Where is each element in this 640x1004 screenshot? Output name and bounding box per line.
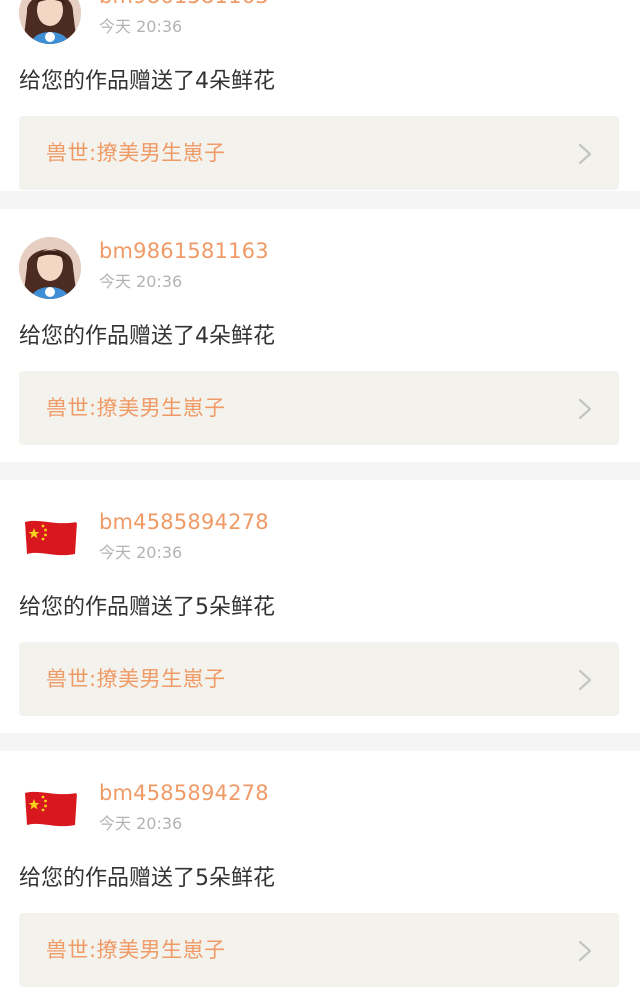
work-link-card[interactable]: 兽世:撩美男生崽子: [19, 371, 619, 445]
timestamp: 今天 20:36: [99, 272, 183, 291]
gift-message: 给您的作品赠送了4朵鲜花: [19, 69, 275, 94]
work-title: 兽世:撩美男生崽子: [46, 667, 226, 691]
work-link-card[interactable]: 兽世:撩美男生崽子: [19, 116, 619, 190]
china-flag-icon: [25, 791, 77, 827]
username[interactable]: bm9861581163: [99, 237, 269, 265]
gift-message: 给您的作品赠送了5朵鲜花: [19, 866, 275, 891]
work-title: 兽世:撩美男生崽子: [46, 396, 226, 420]
notification-feed: bm9861581163 今天 20:36 给您的作品赠送了4朵鲜花 兽世:撩美…: [0, 0, 640, 1004]
chevron-right-icon: [578, 398, 592, 420]
girl-photo-avatar-icon: [19, 237, 81, 299]
username[interactable]: bm4585894278: [99, 779, 269, 807]
notification-card: bm9861581163 今天 20:36 给您的作品赠送了4朵鲜花 兽世:撩美…: [0, 209, 640, 462]
work-link-card[interactable]: 兽世:撩美男生崽子: [19, 913, 619, 987]
notification-card: bm4585894278 今天 20:36 给您的作品赠送了5朵鲜花 兽世:撩美…: [0, 480, 640, 733]
chevron-right-icon: [578, 669, 592, 691]
china-flag-avatar[interactable]: [19, 779, 81, 841]
work-title: 兽世:撩美男生崽子: [46, 141, 226, 165]
username[interactable]: bm9861581163: [99, 0, 269, 10]
username[interactable]: bm4585894278: [99, 508, 269, 536]
china-flag-icon: [25, 520, 77, 556]
gift-message: 给您的作品赠送了5朵鲜花: [19, 595, 275, 620]
notification-card: bm9861581163 今天 20:36 给您的作品赠送了4朵鲜花 兽世:撩美…: [0, 0, 640, 191]
gift-message: 给您的作品赠送了4朵鲜花: [19, 324, 275, 349]
chevron-right-icon: [578, 940, 592, 962]
girl-photo-avatar[interactable]: [19, 0, 81, 44]
girl-photo-avatar[interactable]: [19, 237, 81, 299]
work-title: 兽世:撩美男生崽子: [46, 938, 226, 962]
girl-photo-avatar-icon: [19, 0, 81, 44]
china-flag-avatar[interactable]: [19, 508, 81, 570]
chevron-right-icon: [578, 143, 592, 165]
timestamp: 今天 20:36: [99, 814, 183, 833]
work-link-card[interactable]: 兽世:撩美男生崽子: [19, 642, 619, 716]
timestamp: 今天 20:36: [99, 543, 183, 562]
notification-card: bm4585894278 今天 20:36 给您的作品赠送了5朵鲜花 兽世:撩美…: [0, 751, 640, 1004]
timestamp: 今天 20:36: [99, 17, 183, 36]
